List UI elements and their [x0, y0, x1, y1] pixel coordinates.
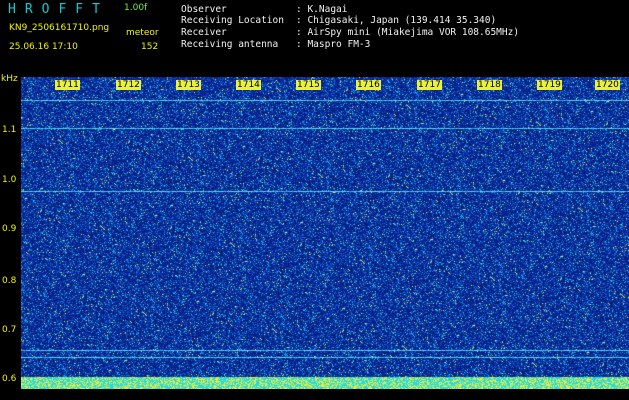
version-label: 1.00f — [124, 3, 148, 13]
time-label: 1719 — [537, 80, 562, 90]
app-title: HROFFT — [8, 2, 109, 17]
time-label: 1717 — [417, 80, 442, 90]
receiver-label: Receiver — [181, 27, 227, 38]
y-tick: 0.9 — [2, 224, 17, 234]
time-label: 1715 — [296, 80, 321, 90]
frequency-axis: kHz 1.1 1.0 0.9 0.8 0.7 0.6 — [0, 74, 21, 400]
y-tick: 1.1 — [2, 125, 17, 135]
antenna-value: : Maspro FM-3 — [296, 39, 371, 50]
time-label: 1714 — [236, 80, 261, 90]
time-label: 1716 — [356, 80, 381, 90]
y-tick: 0.8 — [2, 276, 17, 286]
time-label: 1718 — [477, 80, 502, 90]
y-tick: 0.7 — [2, 325, 17, 335]
y-tick: 0.6 — [2, 374, 17, 384]
mode-label: meteor — [126, 28, 159, 38]
time-label: 1712 — [116, 80, 141, 90]
observer-value: : K.Nagai — [296, 4, 348, 15]
observer-label: Observer — [181, 4, 227, 15]
header-panel: HROFFT 1.00f KN9_2506161710.png meteor 2… — [0, 0, 629, 74]
spectrogram: 1711 1712 1713 1714 1715 1716 1717 1718 1719 1720 — [21, 77, 629, 389]
datetime-label: 25.06.16 17:10 — [9, 42, 78, 52]
y-tick: 1.0 — [2, 175, 17, 185]
count-label: 152 — [141, 42, 159, 52]
filename-label: KN9_2506161710.png — [9, 23, 110, 33]
receiver-value: : AirSpy mini (Miakejima VOR 108.65MHz) — [296, 27, 520, 38]
spectrogram-canvas — [21, 77, 629, 389]
location-label: Receiving Location — [181, 15, 284, 26]
location-value: : Chigasaki, Japan (139.414 35.340) — [296, 15, 497, 26]
time-label: 1720 — [595, 80, 620, 90]
time-label: 1711 — [55, 80, 80, 90]
axis-unit-label: kHz — [1, 74, 18, 84]
antenna-label: Receiving antenna — [181, 39, 279, 50]
time-label: 1713 — [176, 80, 201, 90]
